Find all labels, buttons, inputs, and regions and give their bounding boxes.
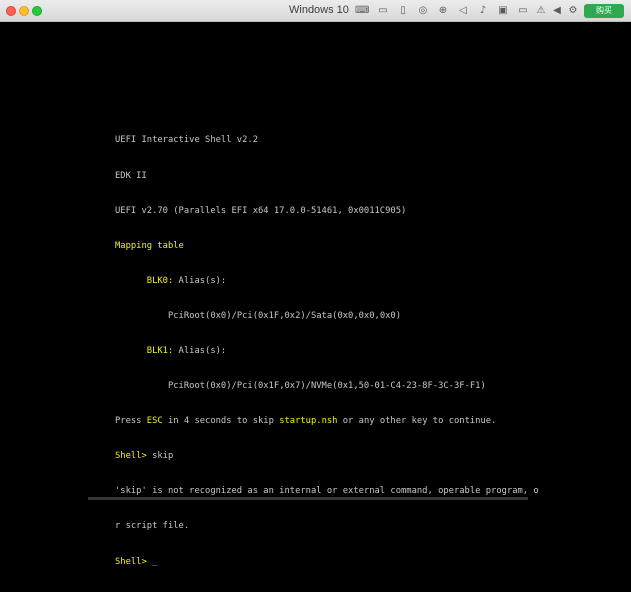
- blk1-label: BLK1:: [146, 345, 174, 356]
- command-text: skip: [146, 451, 174, 462]
- shell-line: UEFI Interactive Shell v2.2: [115, 135, 258, 146]
- maximize-button[interactable]: [32, 6, 42, 16]
- title-bar: Windows 10 ⌨ ▭ ▯ ◎ ⊕ ◁ ♪ ▣ ▭ ⚠ ◀ ⚙ 购买: [0, 0, 631, 22]
- triangle-icon[interactable]: ◀: [550, 4, 564, 18]
- camera-icon[interactable]: ▣: [496, 4, 510, 18]
- blk0-path-line: PciRoot(0x0)/Pci(0x1F,0x2)/Sata(0x0,0x0,…: [115, 311, 539, 323]
- command-line: Shell> skip: [115, 451, 539, 463]
- esc-key-text: ESC: [146, 416, 163, 427]
- blk0-path: PciRoot(0x0)/Pci(0x1F,0x2)/Sata(0x0,0x0,…: [167, 310, 402, 321]
- blk1-path-line: PciRoot(0x0)/Pci(0x1F,0x7)/NVMe(0x1,50-0…: [115, 381, 539, 393]
- video-icon[interactable]: ▭: [516, 4, 530, 18]
- mapping-table-heading: Mapping table: [115, 240, 184, 251]
- blk1-line: BLK1: Alias(s):: [115, 346, 539, 358]
- vm-window: Windows 10 ⌨ ▭ ▯ ◎ ⊕ ◁ ♪ ▣ ▭ ⚠ ◀ ⚙ 购买 UE…: [0, 0, 631, 567]
- press-esc-line: Press ESC in 4 seconds to skip startup.n…: [115, 416, 539, 428]
- shell-prompt: Shell>: [115, 556, 147, 567]
- press-text-post: or any other key to continue.: [337, 416, 497, 427]
- cd-icon[interactable]: ◎: [416, 4, 430, 18]
- blk0-alias: Alias(s):: [173, 275, 227, 286]
- microphone-icon[interactable]: ♪: [476, 4, 490, 18]
- window-title: Windows 10: [289, 4, 349, 16]
- press-text: Press: [115, 416, 147, 427]
- minimize-button[interactable]: [19, 6, 29, 16]
- usb-icon[interactable]: ▯: [396, 4, 410, 18]
- close-button[interactable]: [6, 6, 16, 16]
- blk1-path: PciRoot(0x0)/Pci(0x1F,0x7)/NVMe(0x1,50-0…: [167, 381, 486, 392]
- blk0-line: BLK0: Alias(s):: [115, 276, 539, 288]
- error-line: r script file.: [115, 521, 190, 532]
- press-text-mid: in 4 seconds to skip: [162, 416, 280, 427]
- cursor: _: [146, 556, 158, 567]
- shell-output: UEFI Interactive Shell v2.2 EDK II UEFI …: [115, 112, 539, 592]
- speaker-icon[interactable]: ◁: [456, 4, 470, 18]
- shell-line: EDK II: [115, 170, 147, 181]
- startup-file-text: startup.nsh: [279, 416, 338, 427]
- buy-button[interactable]: 购买: [584, 4, 624, 18]
- keyboard-icon[interactable]: ⌨: [355, 4, 369, 18]
- blk1-alias: Alias(s):: [173, 345, 227, 356]
- shell-line: UEFI v2.70 (Parallels EFI x64 17.0.0-514…: [115, 205, 407, 216]
- blk0-label: BLK0:: [146, 275, 174, 286]
- network-icon[interactable]: ⊕: [436, 4, 450, 18]
- shell-prompt: Shell>: [115, 451, 147, 462]
- alert-icon[interactable]: ⚠: [534, 4, 548, 18]
- gear-icon[interactable]: ⚙: [566, 4, 580, 18]
- current-prompt-line[interactable]: Shell> _: [115, 557, 539, 569]
- display-icon[interactable]: ▭: [376, 4, 390, 18]
